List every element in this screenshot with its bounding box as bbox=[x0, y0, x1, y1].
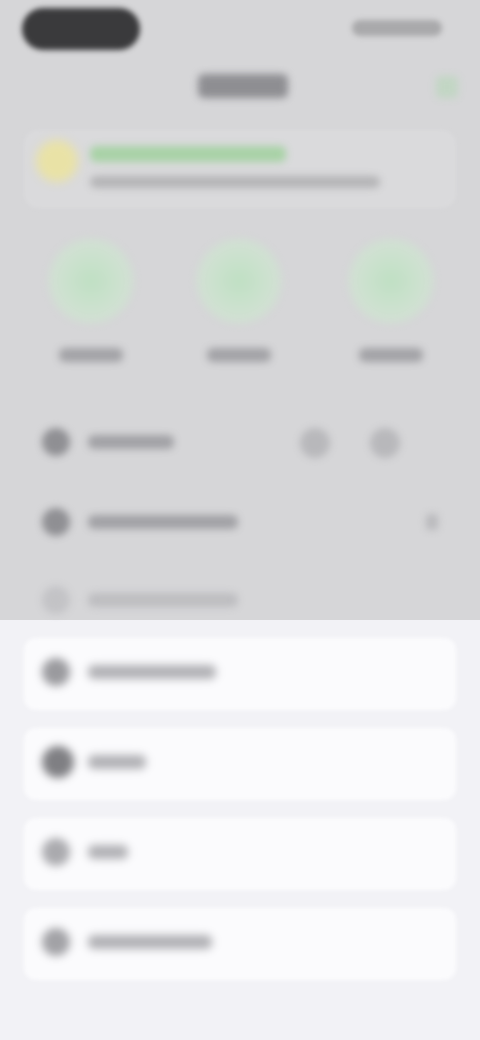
block-icon bbox=[42, 746, 74, 778]
list-item-favorite[interactable] bbox=[24, 818, 456, 890]
list-item-label bbox=[88, 755, 146, 769]
list-item-label bbox=[88, 845, 128, 859]
list-item-note[interactable] bbox=[24, 566, 456, 636]
phone-icon bbox=[48, 238, 134, 324]
quick-action-label bbox=[207, 348, 271, 362]
message-icon bbox=[196, 238, 282, 324]
more-icon[interactable] bbox=[370, 428, 400, 458]
list-item-share[interactable] bbox=[24, 638, 456, 710]
edit-icon[interactable] bbox=[300, 428, 330, 458]
info-icon bbox=[42, 928, 70, 956]
list-item-label bbox=[88, 593, 238, 607]
quick-action-label bbox=[59, 348, 123, 362]
info-banner[interactable] bbox=[24, 130, 456, 208]
list-item-info[interactable] bbox=[24, 908, 456, 980]
check-icon[interactable] bbox=[436, 76, 458, 98]
chevron-right-icon bbox=[426, 514, 438, 530]
page-title bbox=[198, 74, 288, 98]
banner-title bbox=[90, 146, 286, 162]
list-item-label bbox=[88, 435, 174, 449]
list-item-contact[interactable] bbox=[24, 408, 456, 478]
lightbulb-icon bbox=[36, 140, 78, 182]
status-indicators bbox=[352, 20, 442, 36]
star-icon bbox=[42, 838, 70, 866]
list-item-history[interactable] bbox=[24, 488, 456, 558]
quick-action-video[interactable] bbox=[336, 238, 446, 388]
list-item-label bbox=[88, 665, 216, 679]
list-item-label bbox=[88, 515, 238, 529]
list-item-block[interactable] bbox=[24, 728, 456, 800]
video-icon bbox=[348, 238, 434, 324]
share-icon bbox=[42, 658, 70, 686]
contact-icon bbox=[42, 428, 70, 456]
banner-subtitle bbox=[90, 176, 380, 188]
quick-action-call[interactable] bbox=[36, 238, 146, 388]
note-icon bbox=[42, 586, 70, 614]
list-item-label bbox=[88, 935, 212, 949]
quick-action-label bbox=[359, 348, 423, 362]
quick-action-message[interactable] bbox=[184, 238, 294, 388]
status-time-pill bbox=[22, 8, 140, 50]
clock-icon bbox=[42, 508, 70, 536]
